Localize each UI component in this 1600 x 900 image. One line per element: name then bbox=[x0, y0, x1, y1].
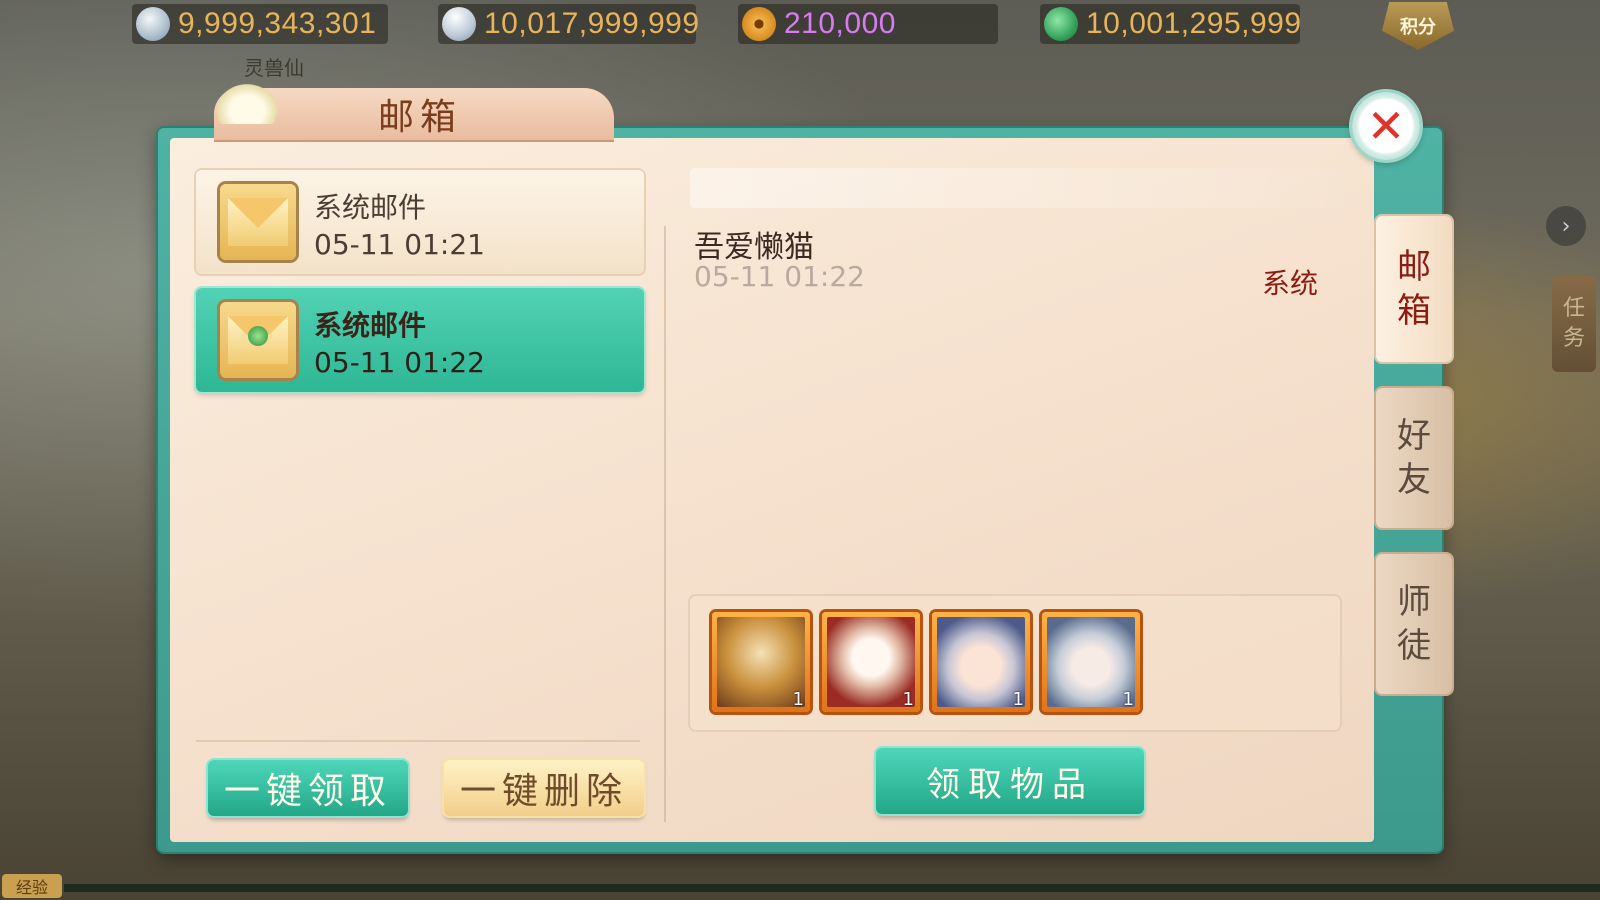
currency-lingyu[interactable]: 9,999,343,301 bbox=[132, 4, 388, 44]
jade-add-icon[interactable] bbox=[1044, 7, 1078, 41]
panel-divider bbox=[664, 226, 666, 822]
task-label: 务 bbox=[1562, 326, 1585, 351]
close-icon: ✕ bbox=[1366, 99, 1406, 153]
mail-title: 系统邮件 bbox=[314, 309, 427, 342]
mail-list-item[interactable]: 系统邮件 05-11 01:21 bbox=[196, 170, 644, 274]
lingyu-currency-icon bbox=[136, 7, 170, 41]
claim-all-button[interactable]: 一键领取 bbox=[208, 760, 408, 816]
list-divider bbox=[196, 740, 640, 742]
tab-label: 友 bbox=[1397, 460, 1431, 500]
item-quantity: 1 bbox=[902, 689, 914, 710]
tab-master-apprentice[interactable]: 师 徒 bbox=[1376, 554, 1452, 694]
lotus-decoration-icon bbox=[212, 80, 282, 124]
item-quantity: 1 bbox=[792, 689, 804, 710]
receive-items-button[interactable]: 领取物品 bbox=[876, 748, 1144, 814]
exp-label: 经验 bbox=[2, 874, 62, 898]
attachment-item[interactable]: 1 bbox=[712, 612, 810, 712]
task-label: 任 bbox=[1562, 296, 1585, 321]
currency-value: 10,017,999,999 bbox=[484, 7, 700, 40]
envelope-icon bbox=[220, 184, 296, 260]
mail-from: 系统 bbox=[1262, 267, 1319, 300]
copper-coin-icon bbox=[742, 7, 776, 41]
mail-list-item-selected[interactable]: 系统邮件 05-11 01:22 bbox=[196, 288, 644, 392]
silver-ingot-icon bbox=[442, 7, 476, 41]
score-badge[interactable]: 积分 bbox=[1382, 2, 1454, 50]
detail-header-bar bbox=[690, 168, 1344, 208]
tab-label: 箱 bbox=[1397, 291, 1431, 331]
currency-value: 10,001,295,999 bbox=[1086, 7, 1302, 40]
tab-label: 邮 bbox=[1397, 247, 1431, 287]
resource-bar: 9,999,343,301 10,017,999,999 210,000 10,… bbox=[0, 0, 1600, 50]
currency-copper[interactable]: 210,000 bbox=[738, 4, 998, 44]
close-button[interactable]: ✕ bbox=[1352, 92, 1420, 160]
attachment-item[interactable]: 1 bbox=[932, 612, 1030, 712]
chevron-right-icon[interactable]: › bbox=[1546, 206, 1586, 246]
attachment-item[interactable]: 1 bbox=[822, 612, 920, 712]
mail-title: 系统邮件 bbox=[314, 191, 427, 224]
tab-label: 师 bbox=[1397, 582, 1431, 622]
background-caption: 灵兽仙 bbox=[244, 56, 304, 80]
score-badge-label: 积分 bbox=[1400, 17, 1436, 38]
currency-jade[interactable]: 10,001,295,999 bbox=[1040, 4, 1302, 44]
delete-all-button[interactable]: 一键删除 bbox=[444, 760, 644, 816]
task-side-tab[interactable]: 任 务 bbox=[1552, 276, 1596, 372]
tab-label: 好 bbox=[1397, 416, 1431, 456]
currency-value: 9,999,343,301 bbox=[178, 7, 377, 40]
currency-silver[interactable]: 10,017,999,999 bbox=[438, 4, 699, 44]
window-title: 邮箱 bbox=[378, 97, 463, 138]
tab-friends[interactable]: 好 友 bbox=[1376, 388, 1452, 528]
envelope-attachment-icon bbox=[220, 302, 296, 378]
item-quantity: 1 bbox=[1012, 689, 1024, 710]
exp-bar bbox=[64, 884, 1600, 892]
item-quantity: 1 bbox=[1122, 689, 1134, 710]
mail-detail-time: 05-11 01:22 bbox=[694, 260, 865, 293]
tab-label: 徒 bbox=[1397, 626, 1431, 666]
mail-time: 05-11 01:22 bbox=[314, 346, 485, 379]
currency-value: 210,000 bbox=[784, 7, 896, 40]
mail-time: 05-11 01:21 bbox=[314, 228, 485, 261]
tab-mailbox[interactable]: 邮 箱 bbox=[1376, 216, 1452, 362]
attachment-item[interactable]: 1 bbox=[1042, 612, 1140, 712]
